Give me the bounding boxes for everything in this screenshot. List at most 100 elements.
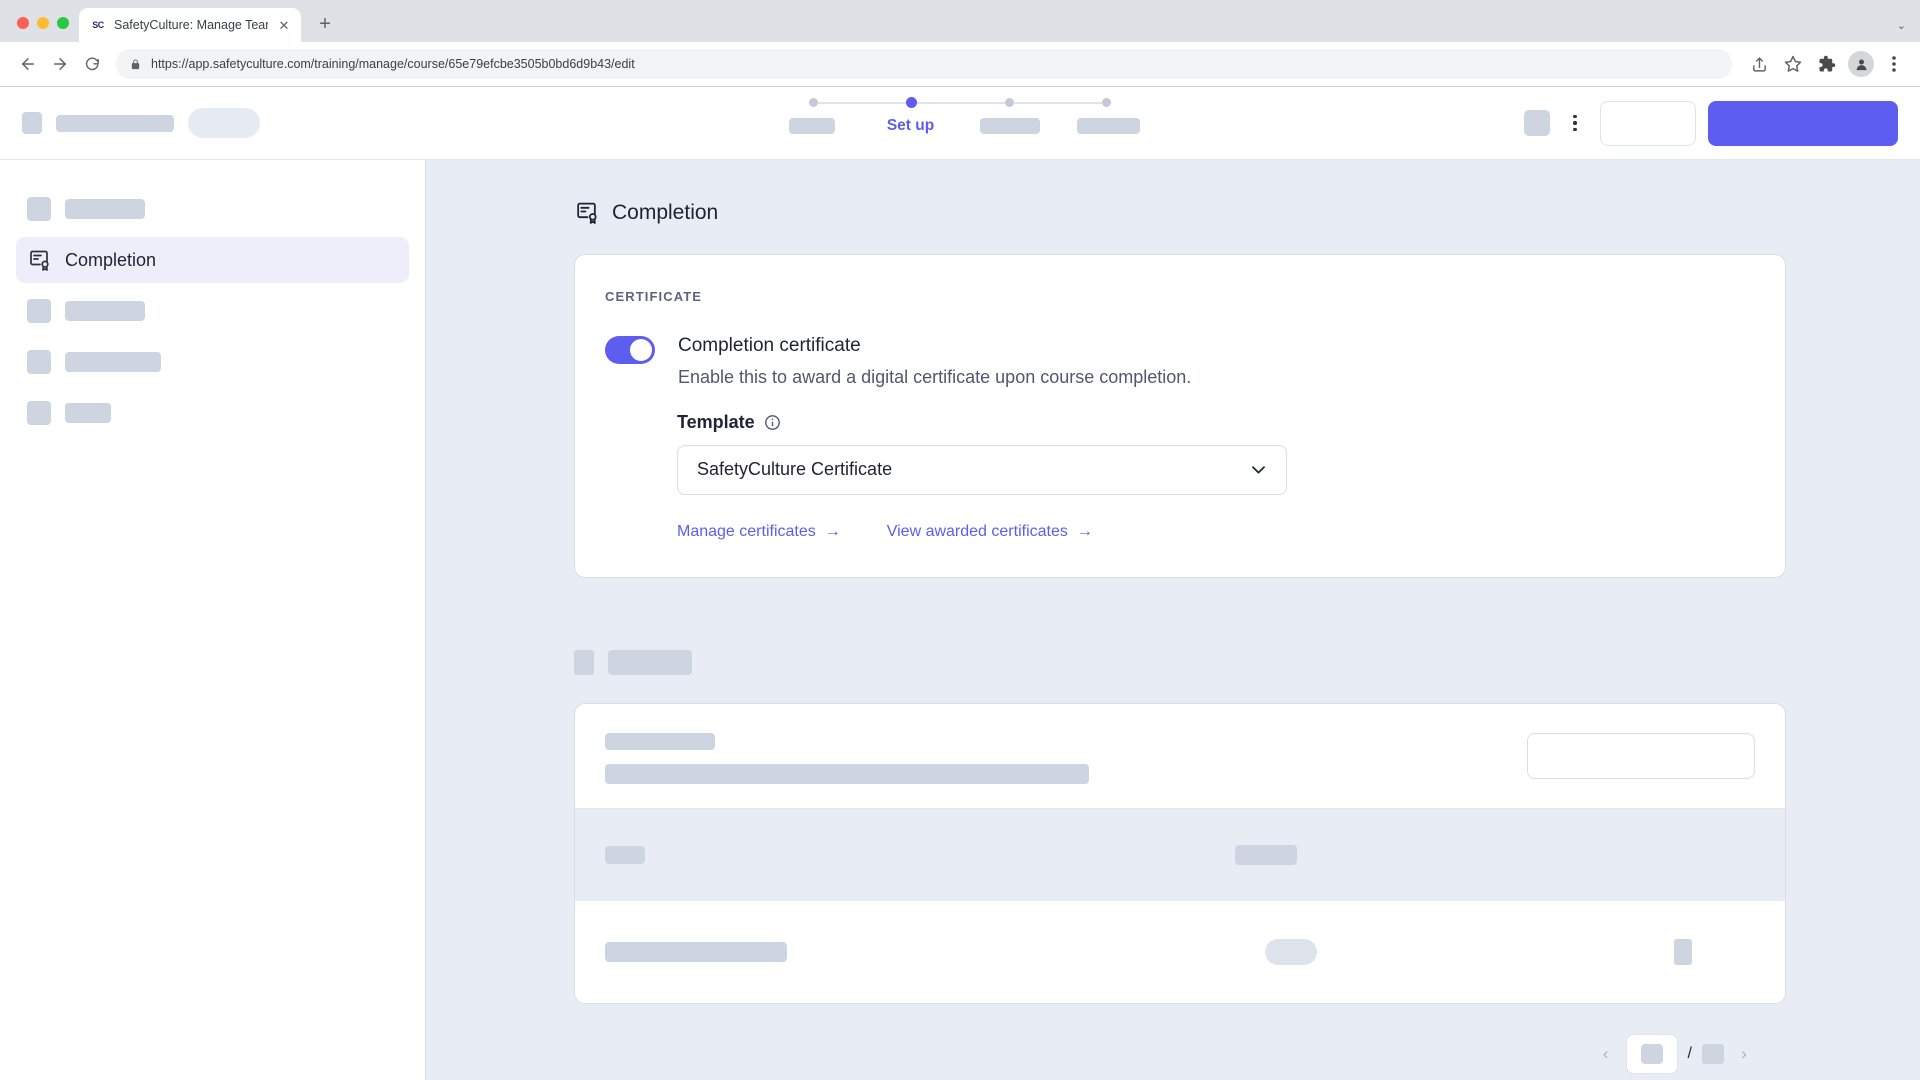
table-cell-3-skeleton — [1674, 939, 1692, 965]
table-card-header-text — [605, 733, 1527, 784]
stepper-label-2[interactable]: Set up — [861, 117, 960, 135]
manage-certificates-label: Manage certificates — [677, 523, 816, 541]
course-sidebar: Completion — [0, 160, 426, 1080]
setup-stepper: Set up — [762, 97, 1158, 135]
new-tab-button[interactable]: + — [311, 10, 339, 38]
pagination-next-icon[interactable]: › — [1734, 1044, 1754, 1064]
table-header-col-1-skeleton — [605, 846, 645, 864]
sidebar-item-0-label-skeleton — [65, 199, 145, 219]
secondary-table-card — [574, 703, 1786, 1004]
minimize-window-button[interactable] — [37, 17, 49, 29]
stepper-label-4[interactable] — [1059, 118, 1158, 134]
forward-button[interactable] — [44, 48, 76, 80]
toggle-knob — [630, 339, 652, 361]
page-title-certificate-icon — [574, 200, 599, 225]
stepper-label-1[interactable] — [762, 118, 861, 134]
close-tab-icon[interactable]: ✕ — [276, 17, 292, 33]
app-body: Completion — [0, 160, 1920, 1080]
main-content: Completion CERTIFICATE Completion certif… — [426, 160, 1920, 1080]
certificate-section-label: CERTIFICATE — [605, 289, 1755, 304]
browser-tab[interactable]: SC SafetyCulture: Manage Teams and ... ✕ — [79, 8, 301, 42]
stepper-dot-4[interactable] — [1102, 98, 1111, 107]
arrow-right-icon: → — [1077, 524, 1093, 540]
sidebar-item-4[interactable] — [16, 390, 409, 436]
sidebar-item-completion-label: Completion — [65, 250, 156, 271]
tab-search-chevron-down-icon[interactable]: ⌄ — [1897, 19, 1906, 32]
app-header-left — [22, 108, 260, 138]
table-cell-2-skeleton — [1265, 939, 1317, 965]
stepper-label-3[interactable] — [960, 118, 1059, 134]
pagination-separator: / — [1688, 1045, 1692, 1063]
template-selected-value: SafetyCulture Certificate — [697, 459, 892, 480]
stepper-dot-2-active[interactable] — [906, 97, 917, 108]
completion-certificate-title: Completion certificate — [678, 334, 1191, 358]
profile-avatar[interactable] — [1848, 51, 1874, 77]
table-card-header — [575, 704, 1785, 808]
sidebar-item-2-label-skeleton — [65, 301, 145, 321]
secondary-section-heading-skeleton — [574, 650, 1786, 675]
completion-certificate-description: Enable this to award a digital certifica… — [678, 367, 1191, 388]
pagination-prev-icon[interactable]: ‹ — [1596, 1044, 1616, 1064]
course-menu-kebab-icon[interactable] — [1562, 115, 1588, 132]
sidebar-item-2-icon-skeleton — [27, 299, 51, 323]
stepper-label-4-skeleton — [1077, 118, 1140, 134]
template-select[interactable]: SafetyCulture Certificate — [677, 445, 1287, 495]
view-awarded-certificates-label: View awarded certificates — [887, 523, 1068, 541]
stepper-label-2-text: Set up — [887, 117, 934, 135]
course-title-skeleton — [56, 115, 174, 132]
sidebar-item-completion[interactable]: Completion — [16, 237, 409, 283]
back-icon-skeleton[interactable] — [22, 112, 42, 134]
browser-toolbar: https://app.safetyculture.com/training/m… — [0, 42, 1920, 87]
secondary-section-icon-skeleton — [574, 650, 594, 675]
app-header: Set up — [0, 87, 1920, 160]
certificate-icon — [27, 248, 51, 272]
secondary-action-button[interactable] — [1600, 101, 1696, 146]
sidebar-item-0[interactable] — [16, 186, 409, 232]
manage-certificates-link[interactable]: Manage certificates → — [677, 523, 841, 541]
sidebar-item-4-icon-skeleton — [27, 401, 51, 425]
address-bar[interactable]: https://app.safetyculture.com/training/m… — [116, 49, 1732, 79]
extensions-puzzle-icon[interactable] — [1812, 49, 1842, 79]
sidebar-item-2[interactable] — [16, 288, 409, 334]
pagination: ‹ / › — [574, 1012, 1786, 1074]
lock-icon — [130, 58, 141, 71]
table-card-title-skeleton — [605, 733, 715, 750]
stepper-line-2 — [917, 102, 1005, 104]
content-inner: Completion CERTIFICATE Completion certif… — [574, 200, 1786, 1074]
tab-title: SafetyCulture: Manage Teams and ... — [114, 18, 268, 32]
sidebar-item-3-icon-skeleton — [27, 350, 51, 374]
primary-action-button[interactable] — [1708, 101, 1898, 146]
safetyculture-app: Set up — [0, 87, 1920, 1080]
table-row[interactable] — [575, 901, 1785, 1003]
page-title: Completion — [612, 201, 718, 225]
table-search-input[interactable] — [1527, 733, 1755, 779]
stepper-line-1 — [818, 102, 906, 104]
tabstrip-right-controls: ⌄ — [1897, 19, 1920, 42]
window-controls — [0, 17, 79, 42]
safetyculture-favicon: SC — [90, 17, 106, 33]
sidebar-item-3[interactable] — [16, 339, 409, 385]
status-badge-skeleton — [188, 108, 260, 138]
maximize-window-button[interactable] — [57, 17, 69, 29]
table-header-row — [575, 809, 1785, 901]
pagination-page-input[interactable] — [1626, 1034, 1678, 1074]
stepper-labels: Set up — [762, 117, 1158, 135]
share-icon[interactable] — [1744, 49, 1774, 79]
reload-button[interactable] — [76, 48, 108, 80]
close-window-button[interactable] — [17, 17, 29, 29]
stepper-label-3-skeleton — [980, 118, 1040, 134]
view-awarded-certificates-link[interactable]: View awarded certificates → — [887, 523, 1093, 541]
bookmark-star-icon[interactable] — [1778, 49, 1808, 79]
pagination-total-skeleton — [1702, 1044, 1724, 1064]
info-icon[interactable] — [764, 414, 781, 431]
table-header-col-2-skeleton — [1235, 845, 1297, 865]
back-button[interactable] — [12, 48, 44, 80]
browser-tabstrip: SC SafetyCulture: Manage Teams and ... ✕… — [0, 0, 1920, 42]
stepper-dot-3[interactable] — [1005, 98, 1014, 107]
sidebar-item-3-label-skeleton — [65, 352, 161, 372]
browser-menu-kebab-icon[interactable] — [1880, 49, 1908, 79]
header-action-skeleton[interactable] — [1524, 110, 1550, 136]
stepper-dot-1[interactable] — [809, 98, 818, 107]
completion-certificate-toggle[interactable] — [605, 336, 655, 364]
secondary-section-label-skeleton — [608, 650, 692, 675]
